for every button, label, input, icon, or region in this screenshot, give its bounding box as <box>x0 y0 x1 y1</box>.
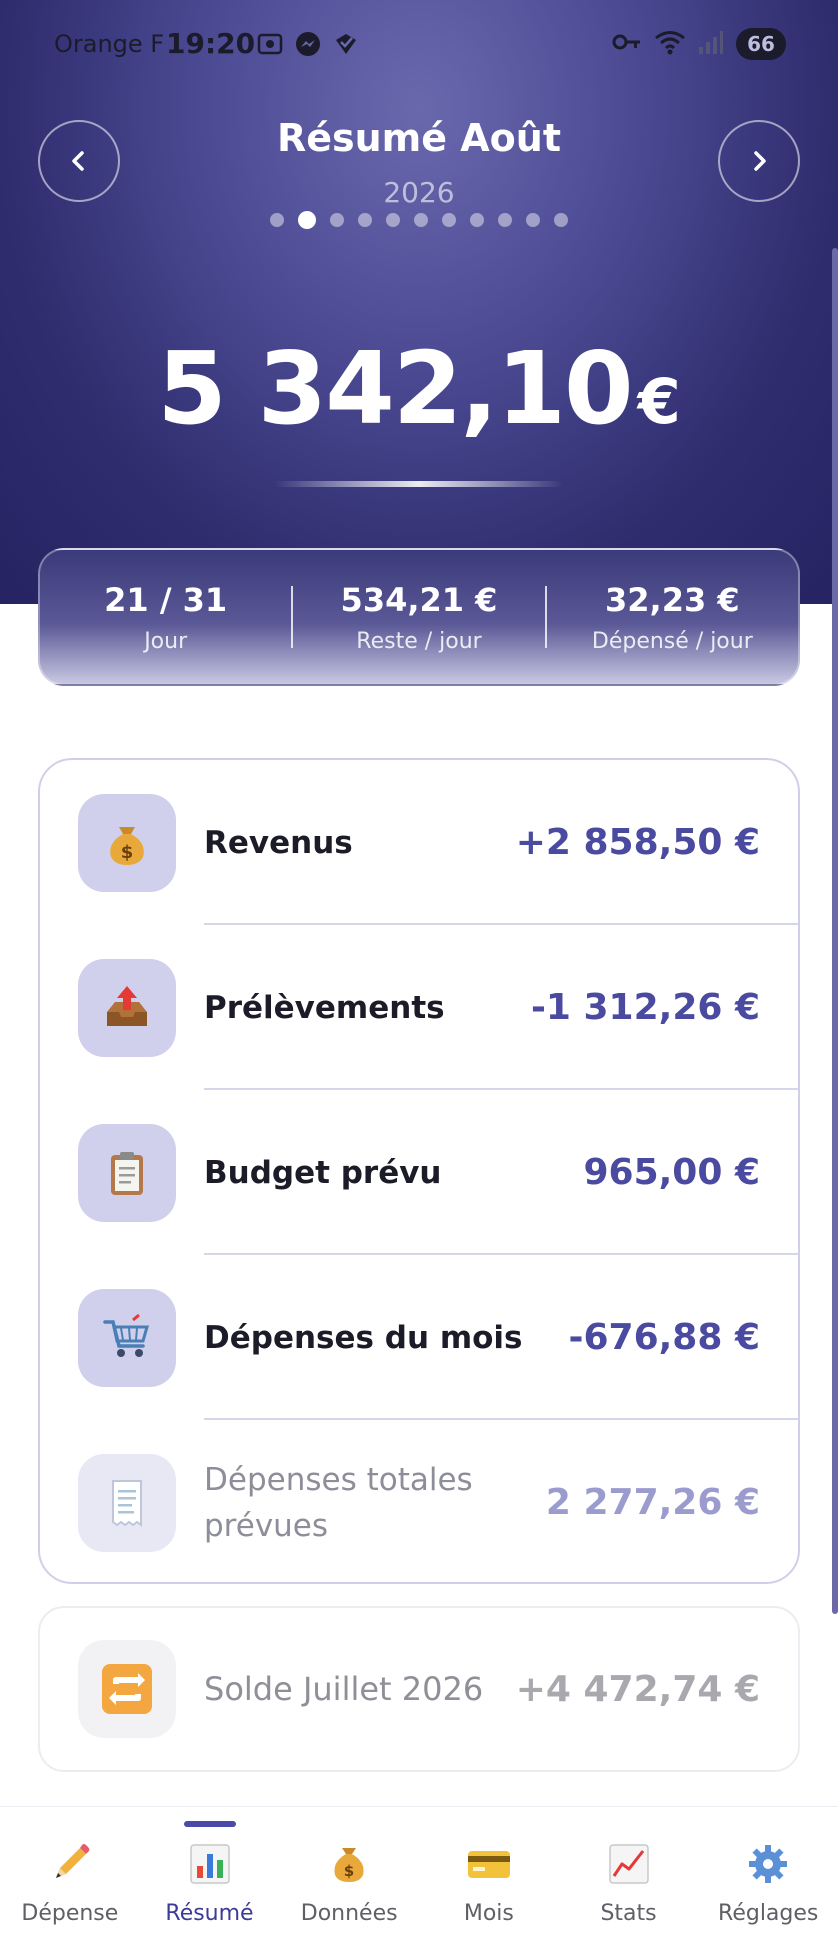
pencil-icon <box>47 1841 93 1887</box>
tab-mois[interactable]: Mois <box>419 1807 559 1934</box>
stat-spent: 32,23 € Dépensé / jour <box>547 581 798 654</box>
tab-label: Réglages <box>718 1901 819 1926</box>
bottom-navigation: Dépense Résumé $ Données Mois Stats Régl… <box>0 1806 838 1934</box>
summary-value: -1 312,26 € <box>530 987 760 1028</box>
tab-label: Résumé <box>165 1901 254 1926</box>
messenger-icon <box>294 30 322 58</box>
page-dot[interactable] <box>554 213 568 227</box>
money-bag-icon: $ <box>78 793 176 892</box>
carrier-label: Orange F <box>54 30 165 58</box>
summary-card: $ Revenus +2 858,50 € Prélèvements -1 31… <box>38 758 800 1584</box>
status-time: 19:20 <box>166 27 256 60</box>
page-dot-active[interactable] <box>298 211 316 229</box>
summary-row-revenus[interactable]: $ Revenus +2 858,50 € <box>40 760 798 925</box>
header: Orange F 19:20 66 Résumé Août 2026 5 342… <box>0 0 838 604</box>
status-bar: Orange F 19:20 66 <box>0 0 838 90</box>
tab-label: Stats <box>600 1901 657 1926</box>
tab-label: Données <box>300 1901 398 1926</box>
balance-currency: € <box>637 365 681 438</box>
summary-label: Revenus <box>204 824 353 861</box>
active-tab-indicator <box>183 1821 236 1827</box>
summary-value: +2 858,50 € <box>515 822 760 863</box>
summary-label: Dépenses du mois <box>204 1319 523 1356</box>
stat-remaining-label: Reste / jour <box>356 628 482 654</box>
outbox-tray-icon <box>78 958 176 1057</box>
shopping-cart-icon <box>78 1288 176 1387</box>
tab-label: Dépense <box>21 1901 119 1926</box>
tab-reglages[interactable]: Réglages <box>698 1807 838 1934</box>
stat-remaining: 534,21 € Reste / jour <box>293 581 544 654</box>
amount-underline <box>275 481 563 487</box>
tab-depense[interactable]: Dépense <box>0 1807 140 1934</box>
stat-spent-label: Dépensé / jour <box>591 628 753 654</box>
page-dot[interactable] <box>470 213 484 227</box>
stat-day-value: 21 / 31 <box>104 580 228 619</box>
svg-text:$: $ <box>344 1862 354 1880</box>
balance-value: 5 342,10 <box>157 330 633 447</box>
page-dot[interactable] <box>386 213 400 227</box>
summary-label: Prélèvements <box>204 989 445 1026</box>
daily-stats-card: 21 / 31 Jour 534,21 € Reste / jour 32,23… <box>38 548 800 686</box>
stat-day-label: Jour <box>144 628 188 654</box>
page-dot[interactable] <box>414 213 428 227</box>
stat-spent-value: 32,23 € <box>605 580 740 619</box>
page-title: Résumé Août <box>276 116 562 160</box>
summary-row-budget[interactable]: Budget prévu 965,00 € <box>40 1090 798 1255</box>
tab-label: Mois <box>463 1901 514 1926</box>
gear-icon <box>745 1841 791 1887</box>
key-icon <box>612 32 642 56</box>
summary-row-depenses[interactable]: Dépenses du mois -676,88 € <box>40 1255 798 1420</box>
tab-resume[interactable]: Résumé <box>140 1807 280 1934</box>
page-dot[interactable] <box>330 213 344 227</box>
svg-text:$: $ <box>121 842 134 863</box>
summary-value: 965,00 € <box>583 1152 760 1193</box>
summary-value: -676,88 € <box>568 1317 760 1358</box>
page-dot[interactable] <box>526 213 540 227</box>
screenshot-icon <box>256 30 284 58</box>
signal-icon <box>698 29 724 59</box>
summary-label: Budget prévu <box>204 1154 442 1191</box>
tab-stats[interactable]: Stats <box>559 1807 699 1934</box>
stat-remaining-value: 534,21 € <box>340 580 498 619</box>
shield-check-icon <box>332 30 360 58</box>
previous-balance-value: +4 472,74 € <box>515 1668 760 1710</box>
page-dot[interactable] <box>498 213 512 227</box>
previous-balance-card[interactable]: Solde Juillet 2026 +4 472,74 € <box>38 1606 800 1772</box>
summary-row-prelevements[interactable]: Prélèvements -1 312,26 € <box>40 925 798 1090</box>
tab-donnees[interactable]: $ Données <box>279 1807 419 1934</box>
battery-indicator: 66 <box>736 28 786 60</box>
balance-amount: 5 342,10€ <box>0 330 838 447</box>
money-bag-icon: $ <box>326 1841 372 1887</box>
page-year: 2026 <box>383 176 455 209</box>
repeat-icon <box>78 1640 176 1738</box>
scrollbar[interactable] <box>832 248 838 1614</box>
clipboard-icon <box>78 1123 176 1222</box>
page-indicator[interactable] <box>0 211 838 229</box>
receipt-icon <box>78 1453 176 1552</box>
previous-balance-label: Solde Juillet 2026 <box>204 1670 484 1708</box>
summary-row-depenses-totales[interactable]: Dépenses totales prévues 2 277,26 € <box>40 1420 798 1585</box>
credit-card-icon <box>466 1841 512 1887</box>
summary-value: 2 277,26 € <box>545 1482 760 1523</box>
line-chart-icon <box>606 1841 652 1887</box>
page-dot[interactable] <box>442 213 456 227</box>
wifi-icon <box>654 29 686 59</box>
summary-label: Dépenses totales prévues <box>204 1461 473 1544</box>
page-dot[interactable] <box>270 213 284 227</box>
stat-day: 21 / 31 Jour <box>40 581 291 654</box>
page-dot[interactable] <box>358 213 372 227</box>
bar-chart-icon <box>187 1841 233 1887</box>
